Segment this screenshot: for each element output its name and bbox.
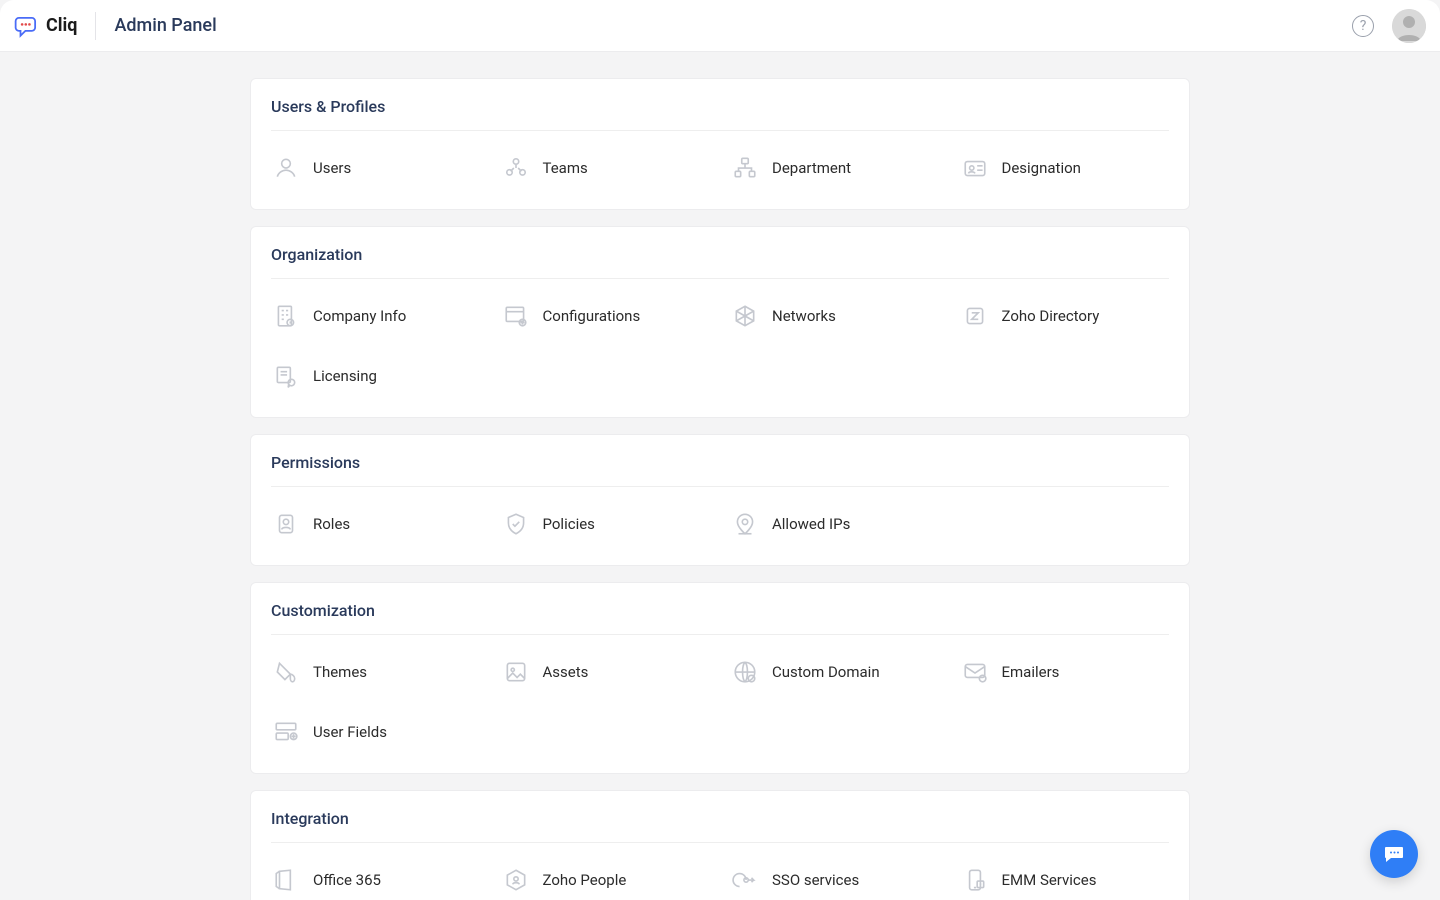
tile-label: Roles [313, 515, 350, 533]
tile-zoho-directory[interactable]: Zoho Directory [950, 289, 1180, 343]
tile-label: User Fields [313, 723, 387, 741]
teams-icon [503, 155, 529, 181]
tile-label: Zoho Directory [1002, 307, 1100, 325]
tile-label: Teams [543, 159, 588, 177]
tile-roles[interactable]: Roles [261, 497, 491, 551]
page-title: Admin Panel [96, 15, 216, 36]
policies-icon [503, 511, 529, 537]
tile-label: Configurations [543, 307, 641, 325]
tile-department[interactable]: Department [720, 141, 950, 195]
tile-emailers[interactable]: Emailers [950, 645, 1180, 699]
tile-label: Emailers [1002, 663, 1060, 681]
cliq-logo-icon [14, 13, 40, 39]
tile-user-fields[interactable]: User Fields [261, 705, 491, 759]
tile-label: Custom Domain [772, 663, 880, 681]
avatar-icon [1392, 9, 1426, 43]
tile-allowed-ips[interactable]: Allowed IPs [720, 497, 950, 551]
header: Cliq Admin Panel ? [0, 0, 1440, 52]
tile-emm-services[interactable]: EMM Services [950, 853, 1180, 900]
tile-designation[interactable]: Designation [950, 141, 1180, 195]
tile-label: SSO services [772, 871, 859, 889]
section-title: Integration [271, 791, 1169, 843]
tile-office-365[interactable]: Office 365 [261, 853, 491, 900]
tile-themes[interactable]: Themes [261, 645, 491, 699]
brand-logo[interactable]: Cliq [14, 12, 96, 40]
tile-label: Department [772, 159, 851, 177]
section-title: Organization [271, 227, 1169, 279]
tile-networks[interactable]: Networks [720, 289, 950, 343]
section-integration: Integration Office 365 [250, 790, 1190, 900]
tile-zoho-people[interactable]: Zoho People [491, 853, 721, 900]
custom-domain-icon [732, 659, 758, 685]
tile-label: Company Info [313, 307, 406, 325]
avatar[interactable] [1392, 9, 1426, 43]
department-icon [732, 155, 758, 181]
tile-users[interactable]: Users [261, 141, 491, 195]
tile-custom-domain[interactable]: Custom Domain [720, 645, 950, 699]
content-scroll[interactable]: Users & Profiles Users [0, 52, 1440, 900]
tile-label: Networks [772, 307, 836, 325]
section-title: Permissions [271, 435, 1169, 487]
tile-company-info[interactable]: Company Info [261, 289, 491, 343]
tile-licensing[interactable]: Licensing [261, 349, 491, 403]
tile-label: Licensing [313, 367, 377, 385]
tile-assets[interactable]: Assets [491, 645, 721, 699]
assets-icon [503, 659, 529, 685]
tile-policies[interactable]: Policies [491, 497, 721, 551]
emm-services-icon [962, 867, 988, 893]
section-organization: Organization Company Info [250, 226, 1190, 418]
tile-teams[interactable]: Teams [491, 141, 721, 195]
brand-name: Cliq [46, 15, 77, 36]
sso-services-icon [732, 867, 758, 893]
licensing-icon [273, 363, 299, 389]
tile-label: Allowed IPs [772, 515, 850, 533]
section-title: Users & Profiles [271, 79, 1169, 131]
tile-label: Themes [313, 663, 367, 681]
chat-button[interactable] [1370, 830, 1418, 878]
zoho-directory-icon [962, 303, 988, 329]
tile-label: Users [313, 159, 351, 177]
tile-label: Zoho People [543, 871, 627, 889]
chat-icon [1382, 842, 1406, 866]
section-customization: Customization Themes [250, 582, 1190, 774]
themes-icon [273, 659, 299, 685]
tile-label: Designation [1002, 159, 1081, 177]
tile-configurations[interactable]: Configurations [491, 289, 721, 343]
office-365-icon [273, 867, 299, 893]
configurations-icon [503, 303, 529, 329]
company-info-icon [273, 303, 299, 329]
user-icon [273, 155, 299, 181]
user-fields-icon [273, 719, 299, 745]
roles-icon [273, 511, 299, 537]
section-permissions: Permissions Roles P [250, 434, 1190, 566]
zoho-people-icon [503, 867, 529, 893]
question-icon: ? [1360, 18, 1367, 34]
networks-icon [732, 303, 758, 329]
section-users-profiles: Users & Profiles Users [250, 78, 1190, 210]
tile-label: Policies [543, 515, 595, 533]
designation-icon [962, 155, 988, 181]
allowed-ips-icon [732, 511, 758, 537]
emailers-icon [962, 659, 988, 685]
tile-label: Assets [543, 663, 589, 681]
help-button[interactable]: ? [1352, 15, 1374, 37]
tile-sso-services[interactable]: SSO services [720, 853, 950, 900]
tile-label: EMM Services [1002, 871, 1097, 889]
section-title: Customization [271, 583, 1169, 635]
tile-label: Office 365 [313, 871, 381, 889]
